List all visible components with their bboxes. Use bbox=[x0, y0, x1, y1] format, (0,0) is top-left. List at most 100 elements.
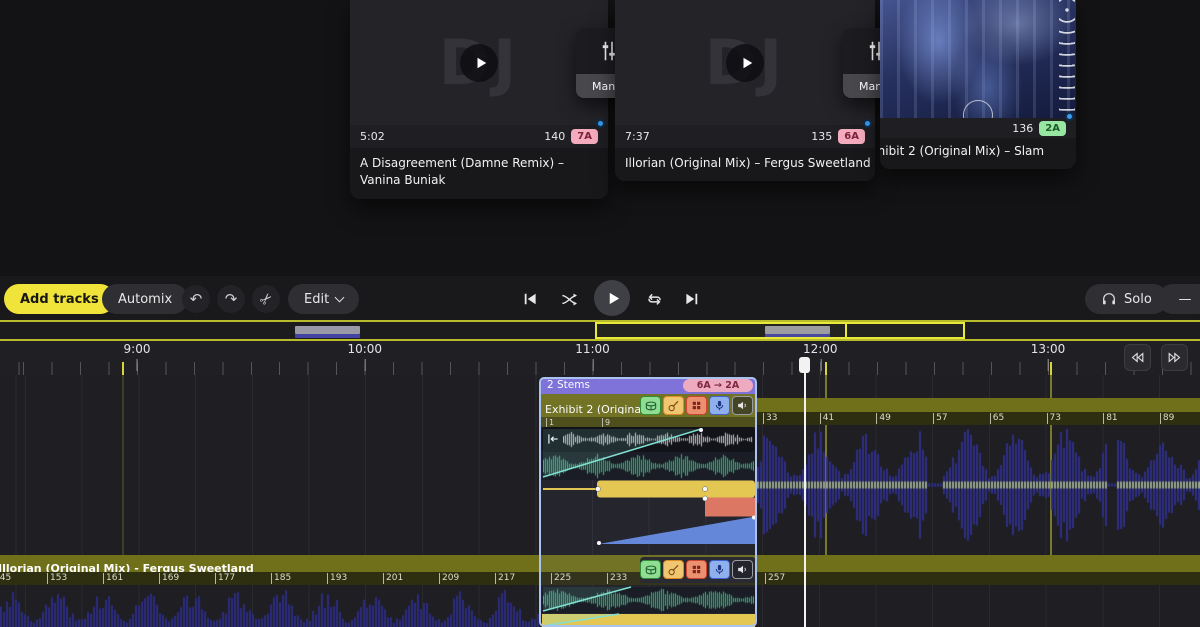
stem-drums-icon[interactable] bbox=[640, 396, 661, 415]
automix-button[interactable]: Automix bbox=[102, 284, 188, 314]
bottom-track-title: Illorian (Original Mix) - Fergus Sweetla… bbox=[0, 562, 254, 572]
stems-track-title: Exhibit 2 (Original Mix) – Slam bbox=[545, 398, 640, 414]
track-card-3[interactable]: 136 2A Exhibit 2 (Original Mix) – Slam bbox=[880, 0, 1076, 169]
time-ruler[interactable]: 9:0010:0011:0012:0013:00 bbox=[0, 341, 1200, 375]
overview-waveform-chunk bbox=[295, 326, 360, 334]
cue-marker-tick bbox=[825, 362, 827, 375]
stem-vocals-icon[interactable] bbox=[709, 396, 730, 415]
play-icon bbox=[740, 56, 754, 70]
label-logo bbox=[963, 100, 993, 118]
beat-number: 49 bbox=[876, 413, 890, 424]
stem-lane-melodic[interactable] bbox=[542, 452, 755, 480]
chevron-down-icon bbox=[335, 293, 345, 303]
beat-number: 33 bbox=[763, 413, 777, 424]
track-card-2[interactable]: DJ 7:37 135 6A Illorian (Original Mix) –… bbox=[615, 0, 875, 181]
hour-label: 12:00 bbox=[803, 342, 838, 356]
beat-number: 81 bbox=[1103, 413, 1117, 424]
track-title: A Disagreement (Damne Remix) – Vanina Bu… bbox=[350, 148, 608, 199]
loop-button[interactable] bbox=[641, 286, 667, 312]
stem-drums-icon[interactable] bbox=[640, 560, 661, 579]
undo-button[interactable]: ↶ bbox=[182, 285, 210, 313]
playhead-handle[interactable] bbox=[799, 357, 810, 373]
beat-number: 65 bbox=[990, 413, 1004, 424]
melodic-waveform bbox=[543, 453, 754, 479]
melodic-waveform-bottom bbox=[543, 588, 754, 612]
bottom-track-waveform[interactable] bbox=[0, 585, 540, 627]
bottom-track-header[interactable]: Illorian (Original Mix) - Fergus Sweetla… bbox=[0, 555, 1200, 572]
cue-marker-tick bbox=[1050, 362, 1052, 375]
playhead-line bbox=[804, 357, 806, 627]
stem-volume-icon[interactable] bbox=[732, 396, 753, 415]
beat-number: 57 bbox=[933, 413, 947, 424]
beat-number: 41 bbox=[820, 413, 834, 424]
cue-dot[interactable] bbox=[863, 119, 872, 128]
play-icon bbox=[606, 291, 621, 306]
play-button-2[interactable] bbox=[726, 44, 764, 82]
stem-melody-icon[interactable] bbox=[686, 396, 707, 415]
beat-number: 73 bbox=[1047, 413, 1061, 424]
stem-vocals-icon[interactable] bbox=[709, 560, 730, 579]
album-art-placeholder-2: DJ bbox=[615, 0, 875, 125]
track-deck: DJ 5:02 140 7A A Disagreement (Damne Rem… bbox=[0, 0, 1200, 276]
edit-menu-button[interactable]: Edit bbox=[288, 284, 359, 314]
stems-track-header[interactable]: Exhibit 2 (Original Mix) – Slam bbox=[541, 394, 755, 417]
scroll-right-button[interactable] bbox=[1161, 344, 1188, 371]
key-badge: 6A bbox=[838, 129, 865, 144]
scissors-icon: ✂ bbox=[255, 288, 277, 310]
stem-lane-melodic-bottom[interactable] bbox=[542, 587, 755, 613]
track-meta-row: 7:37 135 6A bbox=[615, 125, 875, 148]
beat-number: 1 bbox=[546, 418, 554, 427]
hour-label: 13:00 bbox=[1031, 342, 1066, 356]
skip-to-start-button[interactable] bbox=[517, 286, 543, 312]
timeline-editor[interactable]: 3341495765738189 Illorian (Original Mix)… bbox=[0, 375, 1200, 627]
artwork-detail bbox=[1059, 0, 1075, 118]
stem-lane-drums[interactable] bbox=[542, 427, 755, 452]
stem-bass-icon[interactable] bbox=[663, 560, 684, 579]
track-meta-row: 136 2A bbox=[880, 118, 1076, 138]
redo-button[interactable]: ↷ bbox=[217, 285, 245, 313]
cue-dot[interactable] bbox=[596, 119, 605, 128]
snap-to-start-icon bbox=[546, 432, 560, 446]
play-button[interactable] bbox=[594, 280, 630, 316]
cue-dot[interactable] bbox=[1065, 112, 1074, 121]
track-bpm: 136 bbox=[1012, 122, 1033, 135]
hour-labels: 9:0010:0011:0012:0013:00 bbox=[0, 342, 1200, 358]
stem-toggle-icons bbox=[640, 560, 753, 579]
track-card-1[interactable]: DJ 5:02 140 7A A Disagreement (Damne Rem… bbox=[350, 0, 608, 199]
stem-toggle-row-bottom bbox=[640, 557, 756, 583]
key-badge: 2A bbox=[1039, 121, 1066, 136]
skip-to-end-button[interactable] bbox=[679, 286, 705, 312]
bottom-track-beat-ruler: 145153161169177185193201209217225233 257 bbox=[0, 572, 1200, 585]
headphones-icon bbox=[1101, 291, 1117, 307]
stems-block-header[interactable]: 2 Stems 6A → 2A bbox=[541, 377, 755, 394]
hour-label: 9:00 bbox=[124, 342, 151, 356]
collapse-panel-button[interactable]: — bbox=[1158, 284, 1200, 314]
scroll-left-button[interactable] bbox=[1124, 344, 1151, 371]
mix-overview-strip[interactable] bbox=[0, 320, 1200, 341]
undo-icon: ↶ bbox=[190, 290, 203, 308]
cue-marker-tick bbox=[122, 362, 124, 375]
overview-waveform-chunk bbox=[295, 334, 360, 338]
overview-track-divider bbox=[845, 322, 847, 339]
beat-number: 9 bbox=[602, 418, 610, 427]
top-track-header-strip[interactable] bbox=[757, 398, 1200, 412]
stem-melody-icon[interactable] bbox=[686, 560, 707, 579]
rewind-icon bbox=[1129, 349, 1146, 366]
dj-studio-app: DJ 5:02 140 7A A Disagreement (Damne Rem… bbox=[0, 0, 1200, 627]
play-button-1[interactable] bbox=[460, 44, 498, 82]
main-toolbar: Add tracks Automix ↶ ↷ ✂ Edit bbox=[0, 276, 1200, 320]
overview-viewport[interactable] bbox=[595, 322, 965, 339]
track-title: Exhibit 2 (Original Mix) – Slam bbox=[880, 138, 1076, 169]
track-duration: 5:02 bbox=[360, 130, 385, 143]
stem-volume-icon[interactable] bbox=[732, 560, 753, 579]
stem-bass-icon[interactable] bbox=[663, 396, 684, 415]
add-tracks-button[interactable]: Add tracks bbox=[4, 284, 115, 314]
play-icon bbox=[474, 56, 488, 70]
drums-waveform bbox=[563, 429, 753, 450]
track-meta-row: 5:02 140 7A bbox=[350, 125, 608, 148]
top-track-waveform[interactable] bbox=[757, 425, 1200, 545]
hour-label: 10:00 bbox=[347, 342, 382, 356]
split-button[interactable]: ✂ bbox=[252, 285, 280, 313]
jump-mix-button[interactable] bbox=[556, 286, 582, 312]
solo-button[interactable]: Solo bbox=[1085, 284, 1168, 314]
